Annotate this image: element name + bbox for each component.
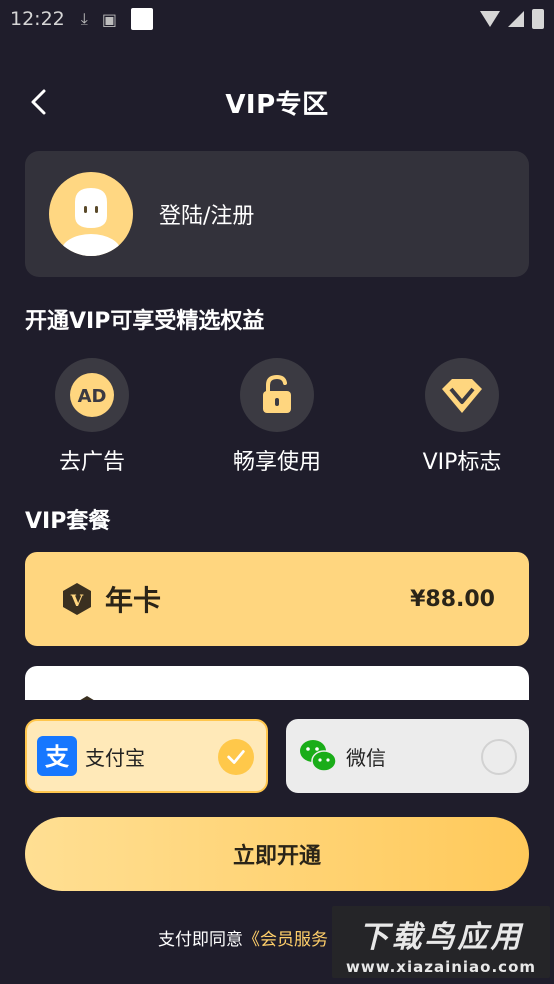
plan-card-annual[interactable]: V 年卡 ¥88.00 (25, 552, 529, 646)
wechat-icon (300, 740, 337, 772)
benefits-list: AD 去广告 畅享使用 VIP标志 (0, 358, 554, 478)
benefits-title: 开通VIP可享受精选权益 (25, 309, 265, 334)
benefit-label: VIP标志 (422, 450, 502, 475)
vip-hexagon-icon: V (63, 583, 91, 615)
benefit-unlimited-use: 畅享使用 (207, 358, 347, 476)
signal-icon (508, 11, 524, 27)
payment-option-wechat[interactable]: 微信 (286, 719, 529, 793)
benefit-remove-ads: AD 去广告 (22, 358, 162, 476)
avatar-icon (61, 188, 121, 256)
radio-checked[interactable] (218, 739, 254, 775)
member-service-agreement-link[interactable]: 《会员服务 (243, 930, 328, 950)
payment-label: 微信 (346, 745, 386, 770)
svg-text:AD: AD (78, 386, 107, 407)
alipay-icon: 支 (37, 736, 77, 776)
svg-text:支: 支 (45, 743, 70, 771)
notification-icon: ▣ (101, 9, 117, 29)
benefit-icon-circle: AD (55, 358, 129, 432)
watermark-title: 下载鸟应用 (358, 920, 524, 955)
benefit-label: 畅享使用 (232, 450, 321, 475)
svg-text:V: V (70, 591, 84, 610)
agreement-prefix: 支付即同意 (158, 930, 243, 950)
plans-title: VIP套餐 (25, 509, 111, 534)
radio-unchecked[interactable] (481, 739, 517, 775)
watermark: 下载鸟应用 www.xiazainiao.com (332, 906, 550, 978)
benefit-label: 去广告 (58, 450, 125, 475)
app-notification-icon (130, 8, 153, 30)
benefit-icon-circle (425, 358, 499, 432)
user-card[interactable]: 登陆/注册 (25, 151, 529, 277)
diamond-icon (442, 379, 482, 413)
watermark-url: www.xiazainiao.com (345, 958, 537, 976)
header: VIP专区 (0, 78, 554, 126)
status-bar: 12:22 ⤓ ▣ (0, 0, 554, 38)
page-title: VIP专区 (225, 90, 329, 120)
agreement-text: 支付即同意《会员服务 (158, 925, 328, 950)
payment-label: 支付宝 (85, 745, 145, 770)
plan-price: ¥88.00 (410, 586, 495, 612)
ad-icon: AD (70, 373, 114, 417)
plan-name: 年卡 (105, 584, 162, 617)
avatar[interactable] (49, 172, 133, 256)
payment-area: 支 支付宝 微信 立即开通 支付即同意《会员服务 下载鸟应用 www.xiaza… (0, 700, 554, 984)
battery-icon (532, 9, 544, 29)
download-icon: ⤓ (80, 9, 88, 28)
benefit-icon-circle (240, 358, 314, 432)
status-time: 12:22 (10, 8, 65, 30)
status-right (480, 9, 544, 29)
benefit-vip-badge: VIP标志 (392, 358, 532, 476)
check-icon (227, 750, 245, 764)
login-register-link[interactable]: 登陆/注册 (159, 198, 254, 230)
wifi-icon (480, 11, 500, 27)
unlock-icon (263, 374, 291, 413)
payment-option-alipay[interactable]: 支 支付宝 (25, 719, 268, 793)
activate-now-button[interactable]: 立即开通 (25, 817, 529, 891)
